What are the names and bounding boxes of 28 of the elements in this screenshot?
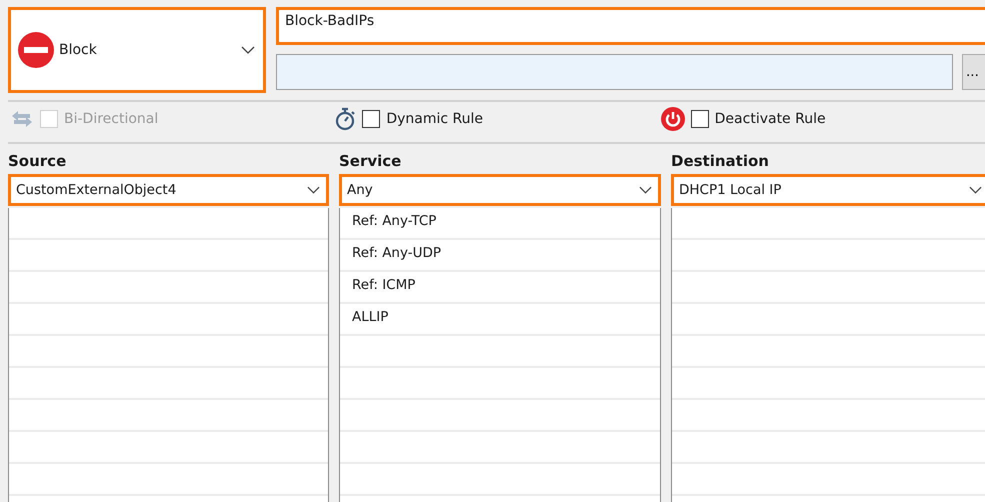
- checkbox[interactable]: [690, 110, 709, 128]
- browse-button[interactable]: ...: [962, 54, 985, 90]
- object-dropdown[interactable]: Any: [339, 174, 661, 206]
- checkbox-label: Bi-Directional: [64, 110, 158, 126]
- object-dropdown[interactable]: CustomExternalObject4: [8, 174, 329, 206]
- list-item[interactable]: Ref: Any-TCP: [340, 208, 436, 240]
- description-field[interactable]: [276, 54, 953, 90]
- list-item[interactable]: Ref: Any-UDP: [340, 240, 442, 272]
- stopwatch-icon: [334, 106, 356, 130]
- chevron-down-icon: [639, 186, 652, 194]
- action-dropdown[interactable]: Block: [8, 7, 266, 93]
- power-icon: [660, 106, 685, 130]
- checkbox-label: Dynamic Rule: [386, 110, 483, 126]
- checkbox[interactable]: [362, 110, 380, 128]
- checkbox-label: Deactivate Rule: [714, 110, 826, 126]
- list-item[interactable]: Ref: ICMP: [340, 272, 416, 304]
- action-label: Block: [59, 42, 98, 58]
- chevron-down-icon: [307, 186, 320, 194]
- column-heading: Service: [339, 152, 402, 172]
- column-heading: Source: [8, 152, 66, 172]
- list-item[interactable]: ALLIP: [340, 304, 388, 336]
- chevron-down-icon: [969, 186, 982, 194]
- no-entry-icon: [18, 32, 54, 68]
- object-dropdown[interactable]: DHCP1 Local IP: [671, 174, 985, 206]
- chevron-down-icon: [241, 46, 255, 54]
- rule-name-field[interactable]: Block-BadIPs: [276, 7, 985, 45]
- column-heading: Destination: [671, 152, 769, 172]
- swap-arrows-icon: [10, 108, 34, 128]
